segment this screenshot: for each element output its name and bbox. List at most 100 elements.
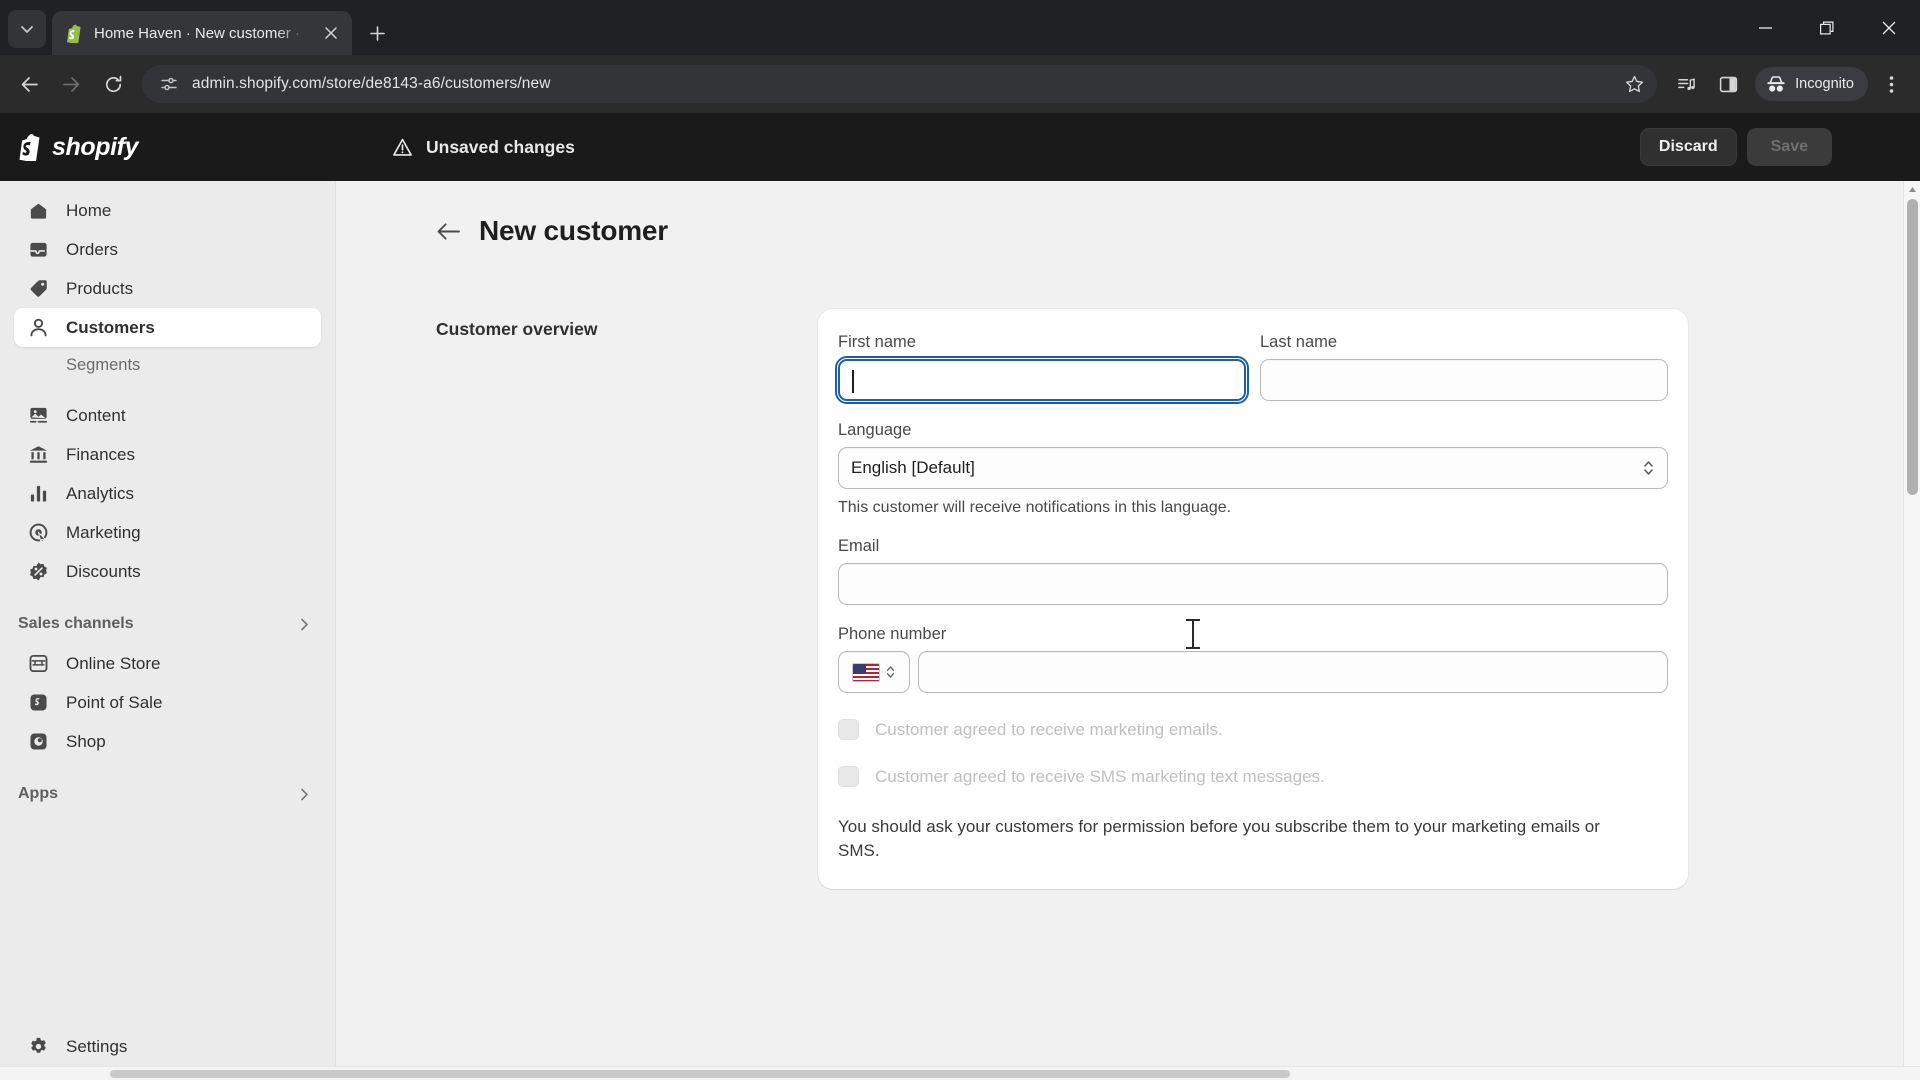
content-image-icon: [26, 404, 50, 428]
browser-window: Home Haven · New customer · admin.shopif…: [0, 0, 1920, 1080]
tab-strip: Home Haven · New customer ·: [0, 0, 1920, 55]
tab-close-icon[interactable]: [320, 22, 342, 44]
unsaved-changes-label: Unsaved changes: [426, 136, 575, 157]
chevron-right-icon[interactable]: [298, 618, 311, 631]
customer-overview-card: First name Last name Language English [D…: [818, 309, 1688, 890]
sidebar-item-label: Content: [66, 405, 126, 425]
consent-note: You should ask your customers for permis…: [838, 817, 1600, 861]
phone-country-select[interactable]: [838, 651, 910, 693]
horizontal-scrollbar[interactable]: [0, 1066, 1920, 1080]
tab-search-button[interactable]: [8, 10, 46, 48]
topbar-actions: Discard Save: [1639, 113, 1832, 181]
orders-icon: [26, 238, 50, 262]
sidebar-item-discounts[interactable]: Discounts: [14, 552, 321, 591]
chevron-updown-icon: [885, 664, 896, 680]
scroll-up-arrow[interactable]: [1904, 181, 1920, 198]
save-button[interactable]: Save: [1746, 128, 1832, 166]
sidebar-section-apps[interactable]: Apps: [14, 774, 321, 814]
sidebar-item-label: Customers: [66, 317, 155, 337]
sidebar-item-finances[interactable]: Finances: [14, 435, 321, 474]
sidebar-item-segments[interactable]: Segments: [14, 347, 321, 383]
name-row: First name Last name: [835, 333, 1668, 404]
marketing-sms-label: Customer agreed to receive SMS marketing…: [875, 766, 1325, 786]
chevron-right-icon[interactable]: [298, 788, 311, 801]
sidebar-item-label: Products: [66, 278, 134, 298]
browser-tab[interactable]: Home Haven · New customer ·: [52, 11, 352, 55]
analytics-bars-icon: [26, 482, 50, 506]
sidebar-item-marketing[interactable]: Marketing: [14, 513, 321, 552]
shopify-bag-icon: [19, 134, 40, 161]
sidebar-item-online-store[interactable]: Online Store: [14, 644, 321, 683]
marketing-target-icon: [26, 521, 50, 545]
maximize-button[interactable]: [1796, 0, 1858, 55]
first-name-input[interactable]: [835, 356, 1249, 404]
tab-title: Home Haven · New customer ·: [94, 24, 300, 42]
page-viewport: shopify Unsaved changes Discard Save Hom…: [0, 113, 1920, 1080]
sidebar-item-label: Home: [66, 200, 112, 220]
sidebar-item-label: Settings: [66, 1036, 128, 1056]
sidebar-item-analytics[interactable]: Analytics: [14, 474, 321, 513]
phone-number-input[interactable]: [918, 651, 1668, 693]
sidebar-divider-gap-2: [14, 591, 321, 604]
marketing-email-checkbox[interactable]: [838, 719, 859, 740]
language-selected-value: English [Default]: [851, 458, 975, 477]
address-bar[interactable]: admin.shopify.com/store/de8143-a6/custom…: [142, 65, 1658, 103]
sidebar-item-products[interactable]: Products: [14, 269, 321, 308]
sidebar-item-label: Orders: [66, 239, 118, 259]
marketing-email-label: Customer agreed to receive marketing ema…: [875, 719, 1223, 739]
sidebar-divider-gap: [14, 383, 321, 396]
chevron-updown-icon: [1642, 459, 1655, 477]
sidebar-item-label: Marketing: [66, 522, 141, 542]
marketing-sms-checkbox[interactable]: [838, 766, 859, 787]
media-list-icon[interactable]: [1667, 65, 1705, 103]
content-grid: Customer overview First name Last name L…: [336, 247, 1920, 890]
sidebar-item-point-of-sale[interactable]: Point of Sale: [14, 683, 321, 722]
sidebar-item-shop[interactable]: Shop: [14, 722, 321, 761]
sidebar-item-orders[interactable]: Orders: [14, 230, 321, 269]
vertical-scrollbar[interactable]: [1903, 181, 1920, 1080]
sidebar-item-customers[interactable]: Customers: [14, 308, 321, 347]
language-select[interactable]: English [Default]: [838, 447, 1668, 489]
marketing-email-consent-row[interactable]: Customer agreed to receive marketing ema…: [838, 719, 1668, 740]
minimize-button[interactable]: [1734, 0, 1796, 55]
bookmark-star-icon[interactable]: [1619, 69, 1649, 99]
incognito-indicator[interactable]: Incognito: [1755, 67, 1868, 101]
forward-button[interactable]: [52, 65, 90, 103]
app-body: Home Orders Products Customers Segments …: [0, 181, 1920, 1080]
main-content: New customer Customer overview First nam…: [335, 181, 1920, 1080]
incognito-icon: [1767, 76, 1785, 92]
horizontal-scrollbar-thumb[interactable]: [110, 1070, 1290, 1078]
point-of-sale-icon: [26, 691, 50, 715]
vertical-scrollbar-thumb[interactable]: [1907, 199, 1918, 495]
sidebar-item-home[interactable]: Home: [14, 191, 321, 230]
close-window-button[interactable]: [1858, 0, 1920, 55]
us-flag-icon: [852, 662, 880, 682]
sidebar-item-content[interactable]: Content: [14, 396, 321, 435]
first-name-group: First name: [835, 333, 1249, 404]
sidebar-item-label: Point of Sale: [66, 692, 163, 712]
text-caret: [852, 370, 854, 393]
site-settings-icon[interactable]: [158, 73, 180, 95]
email-input[interactable]: [838, 563, 1668, 605]
language-help-text: This customer will receive notifications…: [838, 499, 1232, 516]
products-tag-icon: [26, 277, 50, 301]
section-header-column: Customer overview: [436, 309, 818, 340]
last-name-input[interactable]: [1260, 359, 1668, 401]
mouse-cursor-ibeam: [1186, 619, 1200, 649]
browser-menu-button[interactable]: [1872, 65, 1910, 103]
marketing-sms-consent-row[interactable]: Customer agreed to receive SMS marketing…: [838, 766, 1668, 787]
phone-row: [838, 651, 1668, 693]
main-sidebar: Home Orders Products Customers Segments …: [0, 181, 335, 1080]
sidebar-item-settings[interactable]: Settings: [14, 1027, 321, 1066]
back-button[interactable]: [10, 65, 48, 103]
back-arrow-icon[interactable]: [436, 222, 461, 241]
shopify-logo[interactable]: shopify: [16, 133, 274, 162]
incognito-label: Incognito: [1795, 76, 1854, 92]
side-panel-icon[interactable]: [1709, 65, 1747, 103]
reload-button[interactable]: [94, 65, 132, 103]
language-group: Language English [Default] This customer…: [838, 421, 1668, 517]
new-tab-button[interactable]: [360, 16, 394, 50]
sidebar-section-sales-channels[interactable]: Sales channels: [14, 604, 321, 644]
shopify-wordmark: shopify: [52, 132, 139, 161]
discard-button[interactable]: Discard: [1639, 128, 1737, 166]
